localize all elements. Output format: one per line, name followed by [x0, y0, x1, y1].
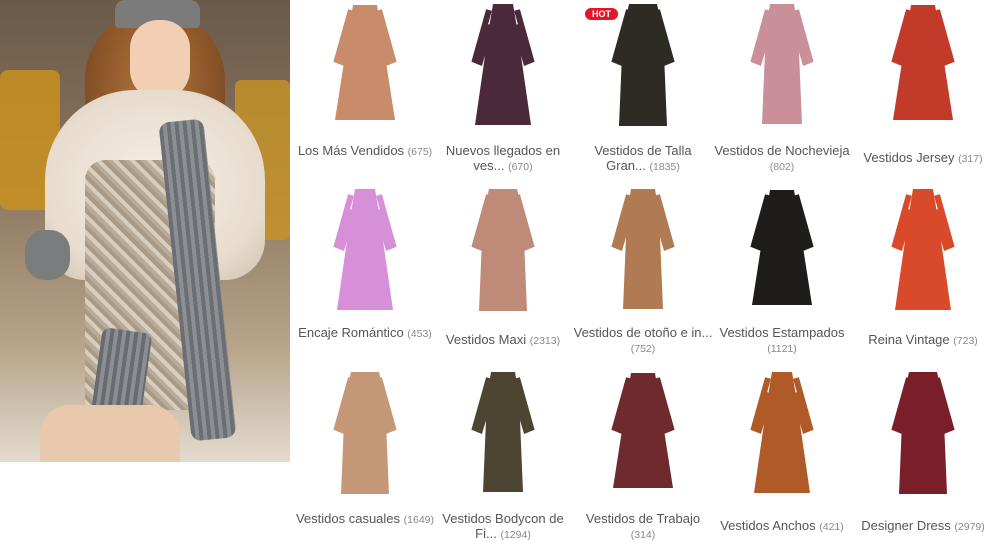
category-count: (1649) — [403, 514, 435, 526]
category-thumbnail[interactable] — [573, 368, 713, 498]
category-count: (1294) — [500, 529, 531, 541]
category-thumbnail[interactable] — [433, 368, 573, 498]
model-legs — [40, 405, 180, 462]
category-count: (421) — [819, 521, 844, 533]
category-grid: HOT Los Más Vendidos (675) Nuevos llegado… — [290, 0, 993, 543]
category-link[interactable]: Vestidos casuales (1649) — [295, 511, 435, 528]
category-thumbnail[interactable] — [712, 368, 852, 498]
hero-banner-image[interactable] — [0, 0, 290, 462]
category-link[interactable]: Vestidos Bodycon de Fi... (1294) — [433, 511, 573, 543]
category-tile[interactable]: Vestidos Anchos (421) — [712, 0, 852, 543]
category-tile[interactable]: Vestidos casuales (1649) — [295, 0, 435, 543]
category-tile[interactable]: Vestidos Bodycon de Fi... (1294) — [433, 0, 573, 543]
category-title[interactable]: Vestidos casuales — [296, 511, 400, 526]
model-face — [130, 20, 190, 100]
category-title[interactable]: Designer Dress — [861, 518, 951, 533]
category-count: (314) — [630, 529, 656, 541]
category-link[interactable]: Designer Dress (2979) — [853, 518, 993, 535]
category-title[interactable]: Vestidos de Trabajo — [586, 511, 700, 526]
category-thumbnail[interactable] — [853, 368, 993, 498]
knit-glove — [25, 230, 70, 280]
category-title[interactable]: Vestidos Anchos — [720, 518, 815, 533]
category-count: (2979) — [954, 521, 985, 533]
category-tile[interactable]: Designer Dress (2979) — [853, 0, 993, 543]
category-link[interactable]: Vestidos Anchos (421) — [712, 518, 852, 535]
category-thumbnail[interactable] — [295, 368, 435, 498]
category-link[interactable]: Vestidos de Trabajo (314) — [573, 511, 713, 543]
category-tile[interactable]: Vestidos de Trabajo (314) — [573, 0, 713, 543]
